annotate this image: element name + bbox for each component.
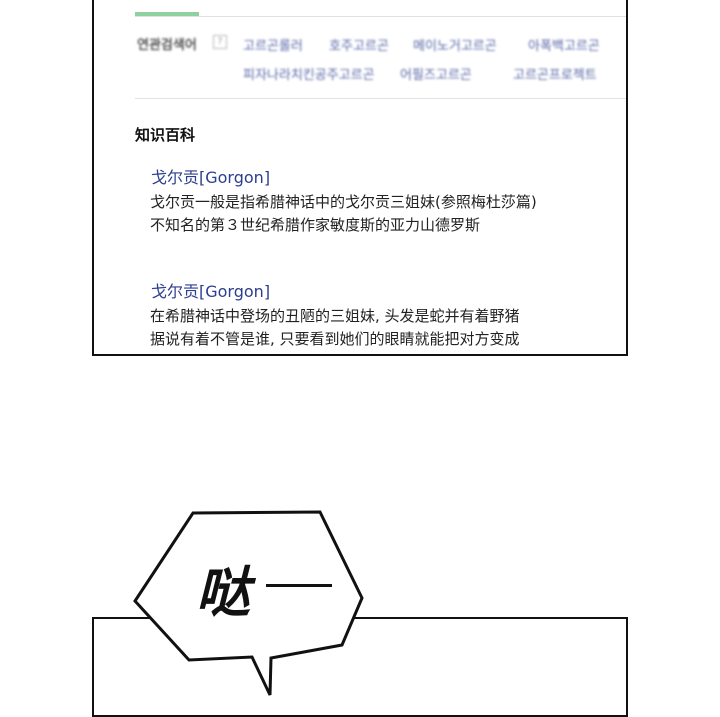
entry-snippet: 在希腊神话中登场的丑陋的三姐妹, 头发是蛇并有着野猪: [150, 307, 520, 325]
entry-snippet: 戈尔贡一般是指希腊神话中的戈尔贡三姐妹(参照梅杜莎篇): [150, 193, 537, 211]
speech-bubble: [133, 510, 364, 696]
entry-snippet: 据说有着不管是谁, 只要看到她们的眼睛就能把对方变成: [150, 330, 520, 348]
sound-effect-dash: [266, 584, 332, 587]
divider: [135, 98, 626, 99]
related-link[interactable]: 아폭백고르곤: [528, 35, 600, 54]
related-link[interactable]: 어필즈고르곤: [400, 64, 472, 83]
related-link[interactable]: 메이노거고르곤: [413, 35, 497, 54]
related-link[interactable]: 호주고르곤: [329, 35, 389, 54]
sound-effect-text: 哒: [196, 560, 250, 624]
entry-title-link[interactable]: 戈尔贡[Gorgon]: [151, 278, 270, 302]
related-link[interactable]: 고르곤프로젝트: [513, 64, 597, 83]
entry-snippet: 不知名的第３世纪希腊作家敏度斯的亚力山德罗斯: [150, 216, 481, 234]
section-title: 知识百科: [135, 126, 196, 144]
related-link[interactable]: 고르곤롤러: [243, 35, 303, 54]
divider: [135, 16, 626, 17]
related-link[interactable]: 피자나라치킨공주고르곤: [243, 64, 375, 83]
help-icon[interactable]: ?: [213, 35, 227, 49]
related-searches-label: 연관검색어: [137, 37, 197, 52]
search-result-panel: 연관검색어 ? 고르곤롤러 호주고르곤 메이노거고르곤 아폭백고르곤 피자나라치…: [92, 0, 628, 356]
entry-title-link[interactable]: 戈尔贡[Gorgon]: [151, 164, 270, 188]
